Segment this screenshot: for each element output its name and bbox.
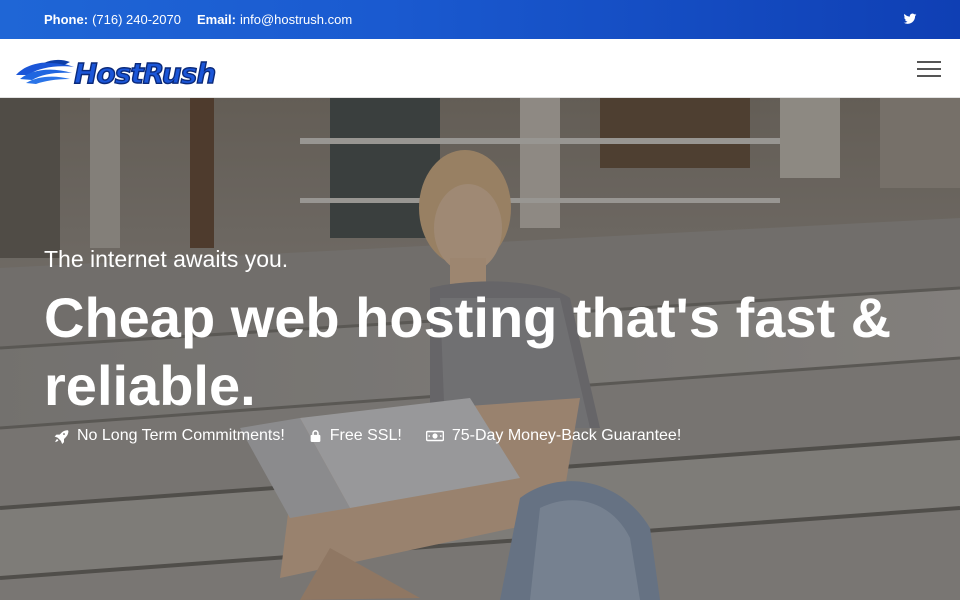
logo-text: HostRush	[74, 57, 215, 89]
phone-label: Phone:	[44, 12, 89, 27]
lock-icon	[310, 430, 321, 442]
email-contact: Email: info@hostrush.com	[197, 12, 352, 27]
feature-label: Free SSL!	[329, 427, 402, 444]
email-label: Email:	[196, 12, 236, 27]
main-navbar: HostRush	[0, 39, 960, 98]
phone-contact: Phone: (716) 240-2070	[44, 12, 181, 27]
feature-item: Free SSL!	[309, 427, 402, 445]
email-link[interactable]: info@hostrush.com	[240, 12, 352, 27]
money-icon	[425, 430, 444, 442]
hamburger-menu-icon[interactable]	[913, 57, 945, 81]
hero-section: The internet awaits you. Cheap web hosti…	[0, 98, 960, 600]
hero-subtitle: The internet awaits you.	[44, 246, 289, 272]
feature-label: 75-Day Money-Back Guarantee!	[451, 427, 682, 444]
twitter-icon[interactable]	[903, 12, 917, 26]
feature-item: 75-Day Money-Back Guarantee!	[425, 427, 682, 445]
contact-info: Phone: (716) 240-2070 Email: info@hostrush…	[44, 12, 352, 27]
hostrush-logo[interactable]: HostRush	[14, 53, 238, 89]
hero-title: Cheap web hosting that's fast & reliable…	[44, 286, 892, 417]
feature-item: No Long Term Commitments!	[54, 427, 285, 445]
feature-label: No Long Term Commitments!	[77, 427, 285, 444]
feature-list: No Long Term Commitments! Free SSL! 75-D…	[54, 427, 681, 445]
logo-swoosh-icon	[16, 59, 74, 84]
phone-link[interactable]: (716) 240-2070	[92, 12, 181, 27]
rocket-icon	[54, 429, 69, 444]
contact-bar: Phone: (716) 240-2070 Email: info@hostrush…	[0, 0, 960, 39]
